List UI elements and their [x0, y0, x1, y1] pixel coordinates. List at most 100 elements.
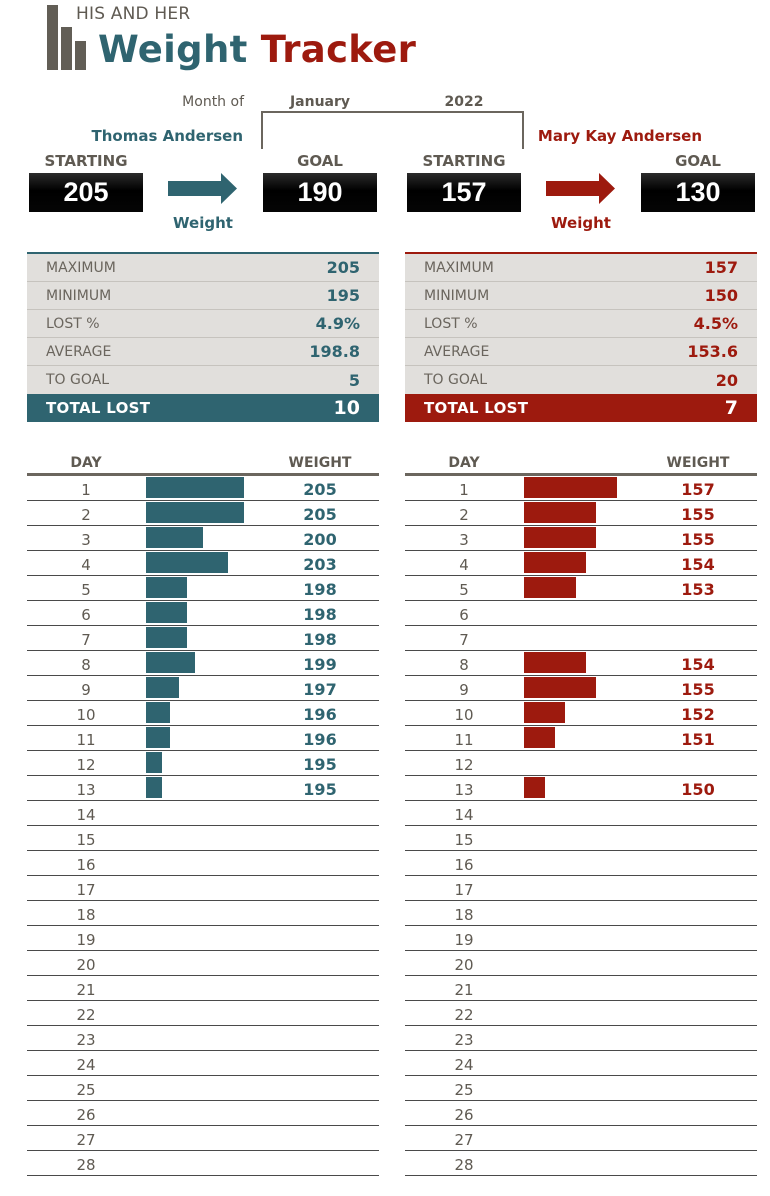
- weight-entry[interactable]: 200: [277, 530, 363, 549]
- weight-entry[interactable]: 155: [655, 505, 741, 524]
- weight-entry[interactable]: 205: [277, 480, 363, 499]
- month-value[interactable]: January: [262, 94, 378, 110]
- weight-entry[interactable]: 154: [655, 655, 741, 674]
- weight-entry[interactable]: 198: [277, 630, 363, 649]
- day-number: 8: [81, 656, 91, 674]
- stat-label: LOST %: [46, 315, 100, 332]
- log-row: 7 198: [27, 626, 379, 651]
- weight-entry[interactable]: 198: [277, 605, 363, 624]
- her-starting-weight[interactable]: 157: [407, 173, 521, 212]
- his-stats-panel: MAXIMUM 205 MINIMUM 195 LOST % 4.9% AVERAGE…: [27, 252, 379, 422]
- his-arrow-right-icon: [168, 173, 237, 204]
- her-arrow-right-icon: [546, 173, 615, 204]
- his-name[interactable]: Thomas Andersen: [30, 127, 244, 145]
- weight-entry[interactable]: 150: [655, 780, 741, 799]
- weight-column-header: WEIGHT: [288, 455, 352, 471]
- log-row: 28: [405, 1151, 757, 1176]
- weight-entry[interactable]: 155: [655, 680, 741, 699]
- log-row: 21: [27, 976, 379, 1001]
- weight-entry[interactable]: 203: [277, 555, 363, 574]
- day-number: 17: [76, 881, 96, 899]
- year-value[interactable]: 2022: [405, 94, 523, 110]
- log-row: 6 198: [27, 601, 379, 626]
- title-tracker: Tracker: [260, 28, 417, 71]
- log-row: 3 200: [27, 526, 379, 551]
- weight-bar: [146, 677, 179, 698]
- day-number: 18: [76, 906, 96, 924]
- day-number: 14: [454, 806, 474, 824]
- weight-bar: [146, 502, 244, 523]
- log-row: 17: [405, 876, 757, 901]
- log-row: 11 151: [405, 726, 757, 751]
- her-goal-weight[interactable]: 130: [641, 173, 755, 212]
- her-name[interactable]: Mary Kay Andersen: [530, 127, 702, 145]
- log-row: 23: [27, 1026, 379, 1051]
- weight-entry[interactable]: 195: [277, 755, 363, 774]
- weight-bar: [146, 552, 228, 573]
- log-row: 16: [405, 851, 757, 876]
- total-lost-label: TOTAL LOST: [424, 399, 529, 417]
- weight-entry[interactable]: 196: [277, 705, 363, 724]
- day-number: 21: [454, 981, 474, 999]
- weight-bar: [146, 477, 244, 498]
- day-number: 2: [459, 506, 469, 524]
- log-row: 12: [405, 751, 757, 776]
- stat-row-average: AVERAGE 198.8: [27, 338, 379, 366]
- day-number: 9: [459, 681, 469, 699]
- stat-value: 150: [704, 286, 738, 305]
- weight-entry[interactable]: 151: [655, 730, 741, 749]
- log-row: 27: [27, 1126, 379, 1151]
- stat-value: 5: [348, 370, 360, 390]
- stat-label: TO GOAL: [424, 372, 488, 388]
- day-number: 9: [81, 681, 91, 699]
- day-number: 14: [76, 806, 96, 824]
- day-number: 23: [454, 1031, 474, 1049]
- day-number: 25: [454, 1081, 474, 1099]
- stat-row-lost-percent: LOST % 4.5%: [405, 310, 757, 338]
- her-weight-caption: Weight: [551, 214, 611, 232]
- total-lost-value: 10: [333, 397, 360, 419]
- weight-entry[interactable]: 154: [655, 555, 741, 574]
- weight-entry[interactable]: 198: [277, 580, 363, 599]
- weight-entry[interactable]: 199: [277, 655, 363, 674]
- day-number: 23: [76, 1031, 96, 1049]
- day-column-header: DAY: [70, 455, 102, 471]
- log-row: 24: [27, 1051, 379, 1076]
- day-number: 4: [81, 556, 91, 574]
- log-row: 14: [27, 801, 379, 826]
- stat-label: TO GOAL: [46, 372, 110, 388]
- log-row: 20: [27, 951, 379, 976]
- weight-entry[interactable]: 196: [277, 730, 363, 749]
- her-starting-label: STARTING: [422, 152, 506, 170]
- weight-entry[interactable]: 157: [655, 480, 741, 499]
- log-row: 13 195: [27, 776, 379, 801]
- log-row: 17: [27, 876, 379, 901]
- day-number: 11: [454, 731, 474, 749]
- his-goal-weight[interactable]: 190: [263, 173, 377, 212]
- log-row: 11 196: [27, 726, 379, 751]
- stat-row-maximum: MAXIMUM 157: [405, 254, 757, 282]
- her-log-header: DAY WEIGHT: [405, 455, 757, 476]
- stat-value: 205: [326, 258, 360, 277]
- day-number: 18: [454, 906, 474, 924]
- day-number: 5: [459, 581, 469, 599]
- weight-bar: [146, 752, 163, 773]
- log-row: 27: [405, 1126, 757, 1151]
- weight-entry[interactable]: 205: [277, 505, 363, 524]
- log-row: 4 203: [27, 551, 379, 576]
- stat-value: 195: [326, 286, 360, 305]
- day-number: 2: [81, 506, 91, 524]
- her-goal-label: GOAL: [675, 152, 721, 170]
- day-number: 15: [454, 831, 474, 849]
- weight-entry[interactable]: 152: [655, 705, 741, 724]
- day-number: 11: [76, 731, 96, 749]
- his-starting-weight[interactable]: 205: [29, 173, 143, 212]
- weight-bar: [524, 677, 597, 698]
- log-row: 22: [405, 1001, 757, 1026]
- log-row: 25: [405, 1076, 757, 1101]
- weight-entry[interactable]: 195: [277, 780, 363, 799]
- day-number: 22: [76, 1006, 96, 1024]
- weight-entry[interactable]: 153: [655, 580, 741, 599]
- weight-entry[interactable]: 155: [655, 530, 741, 549]
- weight-entry[interactable]: 197: [277, 680, 363, 699]
